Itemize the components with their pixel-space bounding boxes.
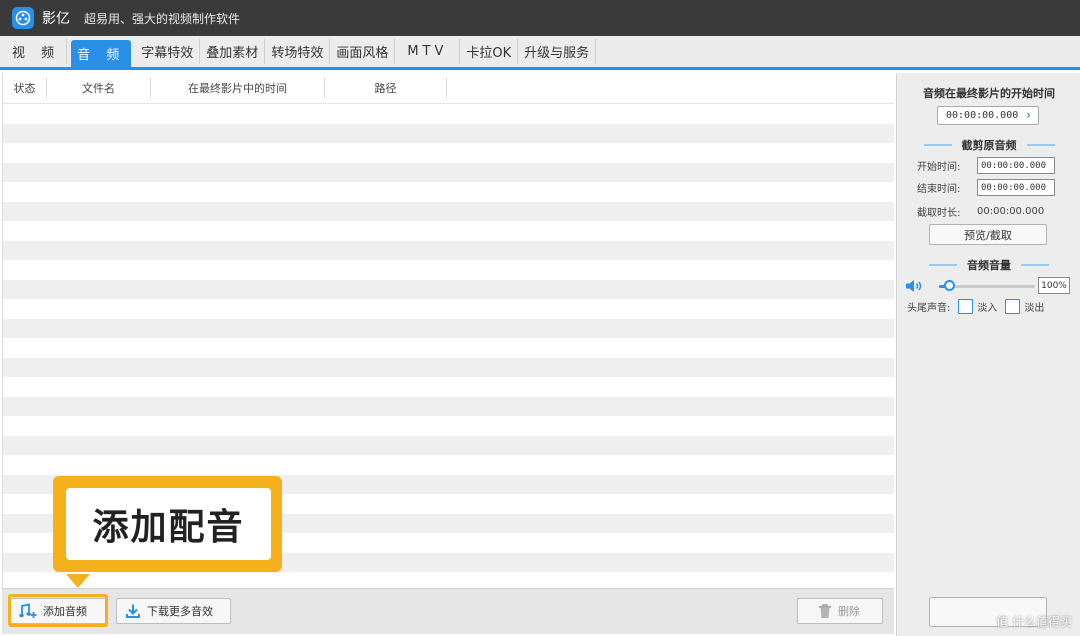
- trim-start-label: 开始时间:: [917, 162, 961, 173]
- chevron-right-icon[interactable]: ›: [1025, 108, 1032, 122]
- tab-audio[interactable]: 音 频: [71, 40, 132, 67]
- column-time-in-movie[interactable]: 在最终影片中的时间: [151, 78, 325, 98]
- table-row: [3, 318, 894, 338]
- volume-section-header: 音频音量: [897, 257, 1080, 273]
- tab-video[interactable]: 视 频: [6, 39, 68, 64]
- column-filename[interactable]: 文件名: [47, 78, 151, 98]
- tab-karaoke[interactable]: 卡拉OK: [460, 39, 519, 64]
- fade-row: 头尾声音: 淡入 淡出: [907, 299, 1044, 314]
- volume-row: 100%: [905, 277, 1075, 295]
- start-time-in-movie-value: 00:00:00.000: [946, 110, 1019, 121]
- delete-button[interactable]: 删除: [797, 598, 883, 624]
- tab-mtv[interactable]: MTV: [395, 39, 461, 64]
- download-more-sounds-button[interactable]: 下载更多音效: [116, 598, 231, 624]
- callout-text: 添加配音: [66, 488, 271, 560]
- fade-label: 头尾声音:: [907, 303, 951, 314]
- table-row: [3, 162, 894, 182]
- table-row: [3, 338, 894, 358]
- download-more-label: 下载更多音效: [147, 605, 213, 618]
- watermark: 值 什么值得买: [996, 615, 1072, 629]
- download-icon: [126, 604, 140, 618]
- bottom-toolbar: 添加音频 下载更多音效 删除: [2, 588, 894, 634]
- table-row: [3, 279, 894, 299]
- trim-duration-label: 截取时长:: [917, 208, 961, 219]
- trim-start-input[interactable]: 00:00:00.000: [977, 157, 1055, 174]
- column-status[interactable]: 状态: [3, 78, 47, 98]
- tab-overlay-material[interactable]: 叠加素材: [200, 39, 266, 64]
- fade-out-label: 淡出: [1024, 303, 1045, 314]
- list-header: 状态 文件名 在最终影片中的时间 路径: [3, 73, 894, 104]
- add-audio-highlight: [8, 594, 108, 627]
- app-slogan: 超易用、强大的视频制作软件: [84, 11, 241, 26]
- trim-end-input[interactable]: 00:00:00.000: [977, 179, 1055, 196]
- trim-duration-value: 00:00:00.000: [977, 206, 1045, 217]
- table-row: [3, 221, 894, 241]
- table-row: [3, 572, 894, 588]
- trim-end-row: 结束时间: 00:00:00.000: [917, 179, 1055, 196]
- volume-percent-input[interactable]: 100%: [1038, 277, 1070, 294]
- table-row: [3, 240, 894, 260]
- table-row: [3, 455, 894, 475]
- table-row: [3, 182, 894, 202]
- tab-transition-effects[interactable]: 转场特效: [265, 39, 331, 64]
- start-time-title: 音频在最终影片的开始时间: [923, 87, 1055, 100]
- trim-start-row: 开始时间: 00:00:00.000: [917, 157, 1055, 174]
- divider-line: [1021, 264, 1049, 266]
- table-row: [3, 377, 894, 397]
- trim-section-title: 截剪原音频: [961, 139, 1017, 152]
- delete-label: 删除: [838, 605, 860, 618]
- tab-subtitle-effects[interactable]: 字幕特效: [135, 39, 201, 64]
- preview-trim-button[interactable]: 预览/截取: [929, 224, 1047, 245]
- fade-in-label: 淡入: [977, 303, 998, 314]
- fade-out-checkbox[interactable]: [1005, 299, 1021, 314]
- trim-end-label: 结束时间:: [917, 184, 961, 195]
- volume-section-title: 音频音量: [967, 259, 1011, 272]
- speaker-icon[interactable]: [905, 279, 925, 293]
- divider-line: [929, 264, 957, 266]
- table-row: [3, 104, 894, 124]
- table-row: [3, 260, 894, 280]
- title-bar: 影亿 超易用、强大的视频制作软件: [0, 0, 1080, 36]
- volume-slider-handle[interactable]: [943, 280, 955, 291]
- column-path[interactable]: 路径: [325, 78, 447, 98]
- table-row: [3, 416, 894, 436]
- table-row: [3, 143, 894, 163]
- tab-upgrade-service[interactable]: 升级与服务: [518, 39, 597, 64]
- trim-duration-row: 截取时长: 00:00:00.000: [917, 204, 1044, 219]
- app-logo-icon: [12, 7, 34, 29]
- table-row: [3, 123, 894, 143]
- table-row: [3, 299, 894, 319]
- table-row: [3, 201, 894, 221]
- audio-settings-panel: 音频在最终影片的开始时间 00:00:00.000 › 截剪原音频 开始时间: …: [896, 73, 1080, 636]
- trash-icon: [819, 603, 831, 618]
- divider-line: [923, 144, 952, 146]
- tab-picture-style[interactable]: 画面风格: [330, 39, 396, 64]
- table-row: [3, 435, 894, 455]
- start-time-in-movie-input[interactable]: 00:00:00.000 ›: [937, 106, 1039, 125]
- table-row: [3, 357, 894, 377]
- divider-line: [1026, 144, 1055, 146]
- trim-section-header: 截剪原音频: [897, 137, 1080, 153]
- main-tab-bar: 视 频 音 频 字幕特效 叠加素材 转场特效 画面风格 MTV 卡拉OK 升级与…: [0, 36, 1080, 70]
- table-row: [3, 396, 894, 416]
- callout-pointer: [66, 574, 90, 588]
- fade-in-checkbox[interactable]: [958, 299, 974, 314]
- app-name: 影亿: [42, 11, 70, 27]
